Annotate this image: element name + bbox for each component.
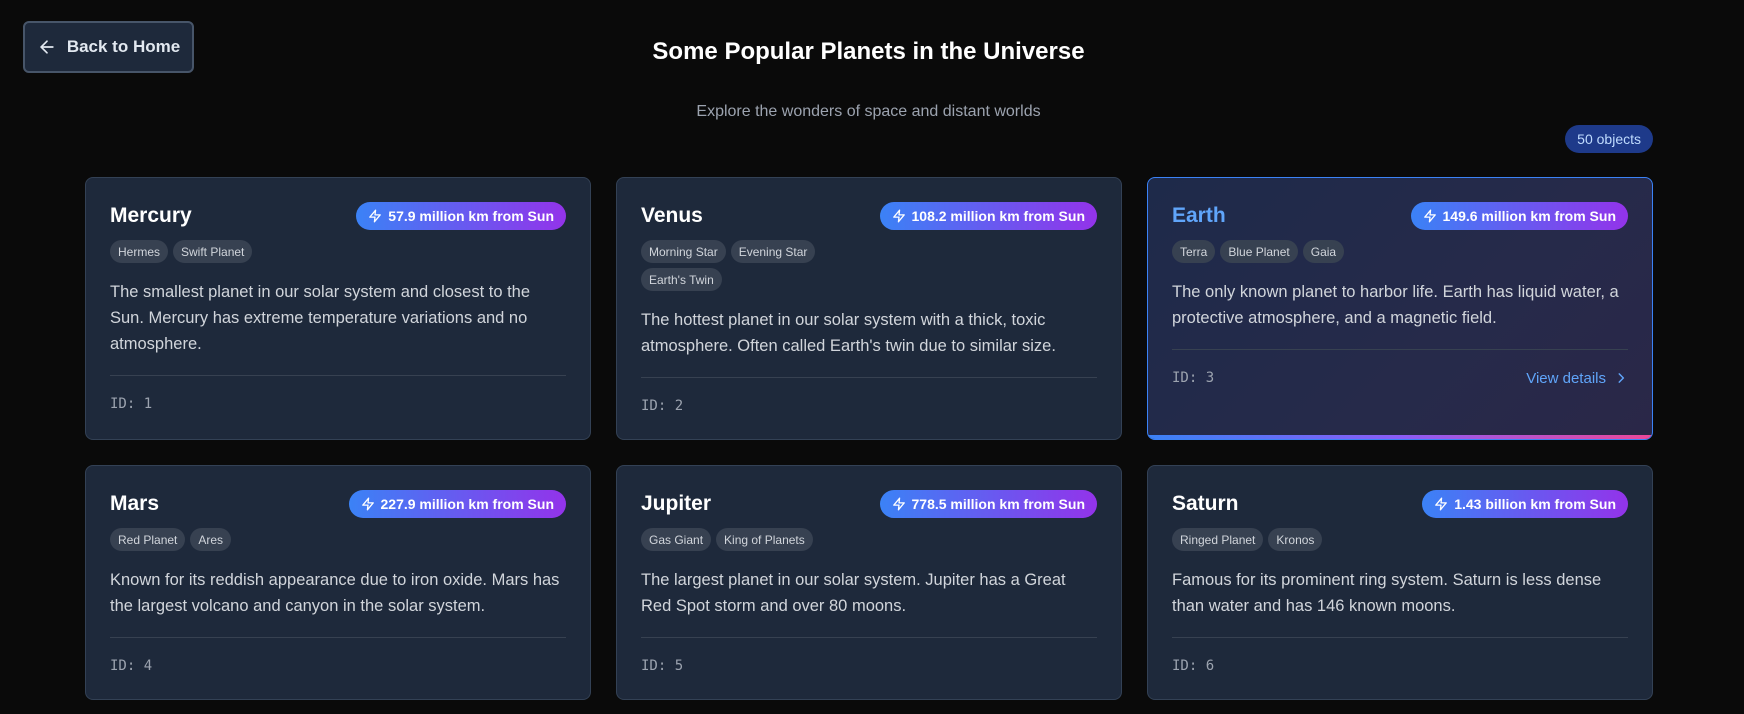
distance-text: 149.6 million km from Sun bbox=[1442, 208, 1617, 224]
alias-tag: Earth's Twin bbox=[641, 268, 722, 291]
alias-tag: Evening Star bbox=[730, 240, 816, 263]
object-count-badge: 50 objects bbox=[1565, 125, 1653, 153]
planet-name: Jupiter bbox=[641, 492, 712, 515]
planet-id: ID: 1 bbox=[110, 396, 153, 412]
planet-card-mars[interactable]: Mars 227.9 million km from Sun Red Plane… bbox=[85, 465, 591, 700]
alias-tag: Morning Star bbox=[641, 240, 726, 263]
planet-grid: Mercury 57.9 million km from Sun Hermes … bbox=[85, 177, 1653, 700]
lightning-icon bbox=[361, 497, 374, 511]
view-details-label: View details bbox=[1526, 369, 1606, 387]
planet-card-mercury[interactable]: Mercury 57.9 million km from Sun Hermes … bbox=[85, 177, 591, 440]
lightning-icon bbox=[892, 209, 905, 223]
alias-tags: Terra Blue Planet Gaia bbox=[1172, 240, 1502, 263]
lightning-icon bbox=[369, 209, 382, 223]
planet-card-saturn[interactable]: Saturn 1.43 billion km from Sun Ringed P… bbox=[1147, 465, 1653, 700]
alias-tag: Hermes bbox=[110, 240, 169, 263]
alias-tags: Hermes Swift Planet bbox=[110, 240, 440, 263]
planet-id: ID: 3 bbox=[1172, 370, 1215, 386]
distance-text: 57.9 million km from Sun bbox=[388, 208, 554, 224]
lightning-icon bbox=[1435, 497, 1448, 511]
planet-name: Mars bbox=[110, 492, 160, 515]
page-title: Some Popular Planets in the Universe bbox=[652, 38, 1085, 65]
distance-badge: 227.9 million km from Sun bbox=[348, 490, 566, 518]
lightning-icon bbox=[892, 497, 905, 511]
lightning-icon bbox=[1423, 209, 1436, 223]
planet-description: The only known planet to harbor life. Ea… bbox=[1172, 283, 1619, 327]
planet-name: Saturn bbox=[1172, 492, 1239, 515]
alias-tag: Kronos bbox=[1268, 528, 1323, 551]
planet-description: Known for its reddish appearance due to … bbox=[110, 571, 560, 615]
planet-card-venus[interactable]: Venus 108.2 million km from Sun Morning … bbox=[616, 177, 1122, 440]
planet-id: ID: 4 bbox=[110, 658, 153, 674]
alias-tag: Ringed Planet bbox=[1172, 528, 1264, 551]
alias-tags: Red Planet Ares bbox=[110, 528, 440, 551]
planet-card-earth[interactable]: Earth 149.6 million km from Sun Terra Bl… bbox=[1147, 177, 1653, 440]
planet-description: The largest planet in our solar system. … bbox=[641, 571, 1066, 615]
view-details-link[interactable]: View details bbox=[1526, 370, 1628, 387]
chevron-right-icon bbox=[1618, 373, 1625, 383]
planet-description: The smallest planet in our solar system … bbox=[110, 283, 531, 353]
distance-badge: 1.43 billion km from Sun bbox=[1422, 490, 1628, 518]
distance-badge: 108.2 million km from Sun bbox=[879, 202, 1097, 230]
alias-tag: Gaia bbox=[1302, 240, 1345, 263]
distance-text: 227.9 million km from Sun bbox=[380, 496, 555, 512]
page: Back to Home Some Popular Planets in the… bbox=[0, 0, 1744, 714]
distance-badge: 778.5 million km from Sun bbox=[879, 490, 1097, 518]
alias-tag: Swift Planet bbox=[173, 240, 253, 263]
distance-text: 108.2 million km from Sun bbox=[911, 208, 1086, 224]
distance-text: 778.5 million km from Sun bbox=[911, 496, 1086, 512]
alias-tag: Terra bbox=[1172, 240, 1216, 263]
planet-name: Earth bbox=[1172, 204, 1226, 227]
alias-tags: Ringed Planet Kronos bbox=[1172, 528, 1502, 551]
planet-name: Mercury bbox=[110, 204, 192, 227]
alias-tag: Red Planet bbox=[110, 528, 186, 551]
distance-badge: 149.6 million km from Sun bbox=[1410, 202, 1628, 230]
alias-tag: Blue Planet bbox=[1220, 240, 1298, 263]
planet-id: ID: 6 bbox=[1172, 658, 1215, 674]
alias-tag: King of Planets bbox=[716, 528, 813, 551]
page-subtitle: Explore the wonders of space and distant… bbox=[696, 103, 1041, 120]
alias-tag: Ares bbox=[190, 528, 232, 551]
planet-id: ID: 2 bbox=[641, 398, 684, 414]
alias-tags: Gas Giant King of Planets bbox=[641, 528, 971, 551]
planet-card-jupiter[interactable]: Jupiter 778.5 million km from Sun Gas Gi… bbox=[616, 465, 1122, 700]
planet-name: Venus bbox=[641, 204, 703, 227]
planet-description: Famous for its prominent ring system. Sa… bbox=[1172, 571, 1602, 615]
distance-badge: 57.9 million km from Sun bbox=[356, 202, 566, 230]
planet-id: ID: 5 bbox=[641, 658, 684, 674]
planet-description: The hottest planet in our solar system w… bbox=[641, 311, 1056, 355]
alias-tags: Morning Star Evening Star Earth's Twin bbox=[641, 240, 831, 291]
distance-text: 1.43 billion km from Sun bbox=[1454, 496, 1616, 512]
alias-tag: Gas Giant bbox=[641, 528, 712, 551]
